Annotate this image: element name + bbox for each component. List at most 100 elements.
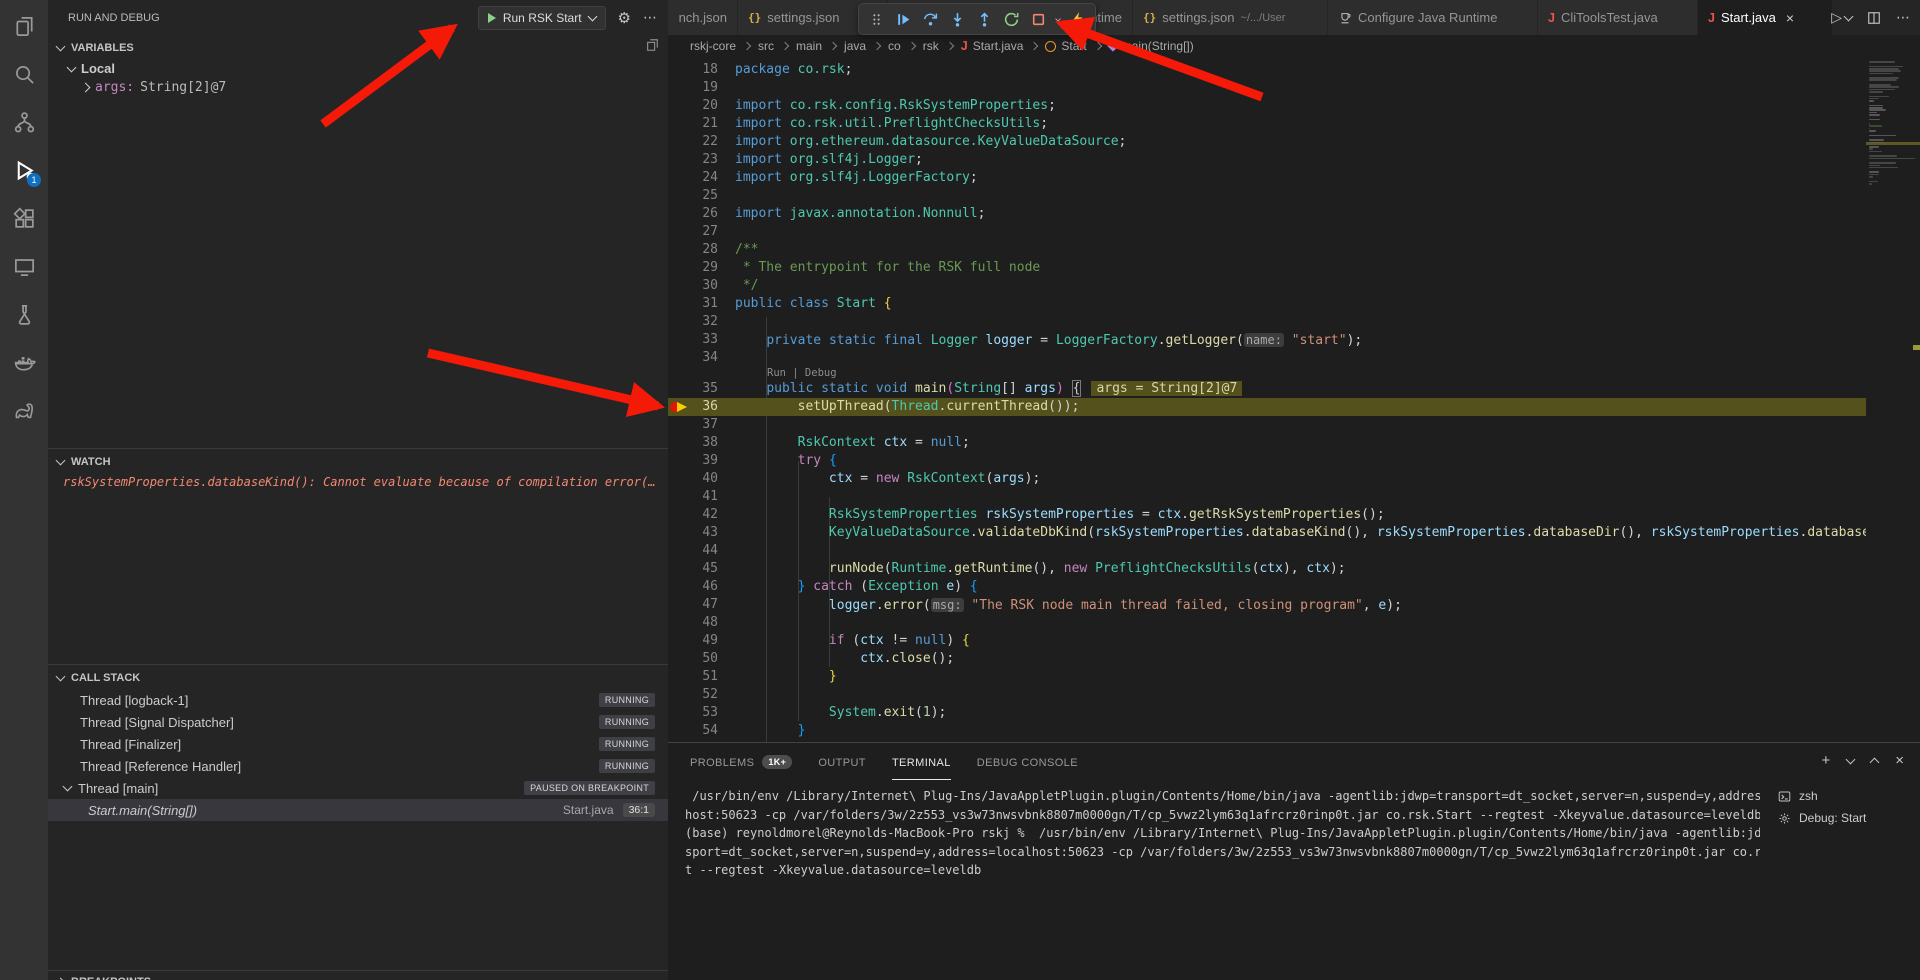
- terminal-list-item-debug-start[interactable]: Debug: Start: [1770, 807, 1916, 829]
- code-line-22[interactable]: 22import org.ethereum.datasource.KeyValu…: [668, 133, 1866, 151]
- breakpoint-gutter[interactable]: [668, 97, 690, 115]
- breakpoint-gutter[interactable]: [668, 205, 690, 223]
- maximize-panel-icon[interactable]: [1870, 757, 1880, 767]
- variables-scope-local[interactable]: Local: [48, 59, 668, 78]
- launch-config-button[interactable]: Run RSK Start: [478, 6, 606, 30]
- breakpoint-gutter[interactable]: [668, 506, 690, 524]
- breakpoint-gutter[interactable]: [668, 349, 690, 367]
- chevron-down-icon[interactable]: [1053, 7, 1063, 31]
- breakpoint-gutter[interactable]: [668, 61, 690, 79]
- panel-tab-terminal[interactable]: TERMINAL: [892, 743, 951, 781]
- code-line-29[interactable]: 29 * The entrypoint for the RSK full nod…: [668, 259, 1866, 277]
- more-actions-icon[interactable]: ⋯: [1896, 9, 1910, 26]
- tab-configure-java-runtime[interactable]: Configure Java Runtime: [1328, 0, 1538, 35]
- code-line-19[interactable]: 19: [668, 79, 1866, 97]
- step-into-icon[interactable]: [945, 7, 970, 31]
- breakpoint-gutter[interactable]: [668, 488, 690, 506]
- breadcrumb-item[interactable]: rsk: [923, 39, 939, 53]
- code-line-25[interactable]: 25: [668, 187, 1866, 205]
- code-line-45[interactable]: 45 runNode(Runtime.getRuntime(), new Pre…: [668, 560, 1866, 578]
- code-line-48[interactable]: 48: [668, 614, 1866, 632]
- activity-bar-item-testing[interactable]: [0, 290, 48, 338]
- close-icon[interactable]: ×: [1786, 10, 1794, 26]
- code-line-44[interactable]: 44: [668, 542, 1866, 560]
- thread-row[interactable]: Thread [main]PAUSED ON BREAKPOINT: [48, 777, 668, 799]
- breakpoint-gutter[interactable]: [668, 241, 690, 259]
- watch-header[interactable]: WATCH: [48, 451, 668, 473]
- call-stack-header[interactable]: CALL STACK: [48, 667, 668, 689]
- code-line-23[interactable]: 23import org.slf4j.Logger;: [668, 151, 1866, 169]
- breadcrumb-item[interactable]: main(String[]): [1109, 39, 1194, 53]
- code-line-34[interactable]: 34: [668, 349, 1866, 367]
- panel-tab-output[interactable]: OUTPUT: [818, 743, 866, 781]
- tab-nch-json[interactable]: nch.json: [668, 0, 738, 35]
- breakpoint-gutter[interactable]: [668, 115, 690, 133]
- thread-row[interactable]: Thread [Reference Handler]RUNNING: [48, 755, 668, 777]
- breakpoint-gutter[interactable]: [668, 470, 690, 488]
- stop-icon[interactable]: [1026, 7, 1051, 31]
- step-over-icon[interactable]: [918, 7, 943, 31]
- breakpoint-gutter[interactable]: [668, 133, 690, 151]
- terminal-list-item-zsh[interactable]: zsh: [1770, 785, 1916, 807]
- breakpoint-gutter[interactable]: [668, 79, 690, 97]
- activity-bar-item-source-control[interactable]: [0, 98, 48, 146]
- code-line-24[interactable]: 24import org.slf4j.LoggerFactory;: [668, 169, 1866, 187]
- activity-bar-item-explorer[interactable]: [0, 2, 48, 50]
- breadcrumb-item[interactable]: JStart.java: [961, 39, 1024, 53]
- more-actions-icon[interactable]: ⋯: [643, 9, 658, 26]
- variable-row[interactable]: args:String[2]@7: [48, 78, 668, 97]
- panel-tab-debug-console[interactable]: DEBUG CONSOLE: [977, 743, 1078, 781]
- breakpoint-gutter[interactable]: [668, 560, 690, 578]
- breakpoint-gutter[interactable]: [668, 277, 690, 295]
- tab-settings-json[interactable]: {}settings.json~/.../User: [1133, 0, 1328, 35]
- code-line-52[interactable]: 52: [668, 686, 1866, 704]
- breakpoint-gutter[interactable]: [668, 331, 690, 349]
- thread-row[interactable]: Thread [logback-1]RUNNING: [48, 689, 668, 711]
- gear-icon[interactable]: ⚙: [618, 9, 631, 27]
- code-line-43[interactable]: 43 KeyValueDataSource.validateDbKind(rsk…: [668, 524, 1866, 542]
- activity-bar-item-remote-explorer[interactable]: [0, 242, 48, 290]
- code-line-41[interactable]: 41: [668, 488, 1866, 506]
- breakpoint-gutter[interactable]: [668, 416, 690, 434]
- codelens-run-debug[interactable]: Run | Debug: [668, 367, 1866, 380]
- code-line-21[interactable]: 21import co.rsk.util.PreflightChecksUtil…: [668, 115, 1866, 133]
- breadcrumb-item[interactable]: java: [844, 39, 866, 53]
- code-line-35[interactable]: 35 public static void main(String[] args…: [668, 380, 1866, 398]
- code-line-27[interactable]: 27: [668, 223, 1866, 241]
- restart-icon[interactable]: [999, 7, 1024, 31]
- code-line-36[interactable]: 36 setUpThread(Thread.currentThread());: [668, 398, 1866, 416]
- breakpoint-gutter[interactable]: [668, 187, 690, 205]
- code-line-28[interactable]: 28/**: [668, 241, 1866, 259]
- thread-row[interactable]: Thread [Finalizer]RUNNING: [48, 733, 668, 755]
- activity-bar-item-search[interactable]: [0, 50, 48, 98]
- breakpoint-gutter[interactable]: [668, 223, 690, 241]
- lightning-icon[interactable]: [1065, 7, 1090, 31]
- breakpoint-gutter[interactable]: [668, 452, 690, 470]
- split-editor-icon[interactable]: [1867, 11, 1881, 25]
- code-line-37[interactable]: 37: [668, 416, 1866, 434]
- breakpoint-gutter[interactable]: [668, 313, 690, 331]
- breakpoint-gutter[interactable]: [668, 434, 690, 452]
- breadcrumb-item[interactable]: main: [796, 39, 822, 53]
- step-out-icon[interactable]: [972, 7, 997, 31]
- breakpoint-gutter[interactable]: [668, 704, 690, 722]
- breakpoint-gutter[interactable]: [668, 295, 690, 313]
- code-line-40[interactable]: 40 ctx = new RskContext(args);: [668, 470, 1866, 488]
- breakpoint-gutter[interactable]: [668, 259, 690, 277]
- breakpoint-gutter[interactable]: [668, 524, 690, 542]
- copy-pages-icon[interactable]: [645, 38, 659, 55]
- new-terminal-button[interactable]: +: [1821, 752, 1830, 769]
- stack-frame-row[interactable]: Start.main(String[])Start.java36:1: [48, 799, 668, 821]
- breakpoint-gutter[interactable]: [668, 668, 690, 686]
- variables-header[interactable]: VARIABLES: [48, 37, 668, 59]
- code-line-32[interactable]: 32: [668, 313, 1866, 331]
- breadcrumb-item[interactable]: Start: [1045, 39, 1086, 53]
- thread-row[interactable]: Thread [Signal Dispatcher]RUNNING: [48, 711, 668, 733]
- breakpoint-current-icon[interactable]: [668, 398, 690, 416]
- chevron-down-icon[interactable]: [1846, 754, 1856, 764]
- breakpoint-gutter[interactable]: [668, 614, 690, 632]
- watch-expression[interactable]: rskSystemProperties.databaseKind(): Cann…: [48, 473, 668, 492]
- activity-bar-item-extensions[interactable]: [0, 194, 48, 242]
- panel-tab-problems[interactable]: PROBLEMS1K+: [690, 743, 792, 781]
- breakpoint-gutter[interactable]: [668, 380, 690, 398]
